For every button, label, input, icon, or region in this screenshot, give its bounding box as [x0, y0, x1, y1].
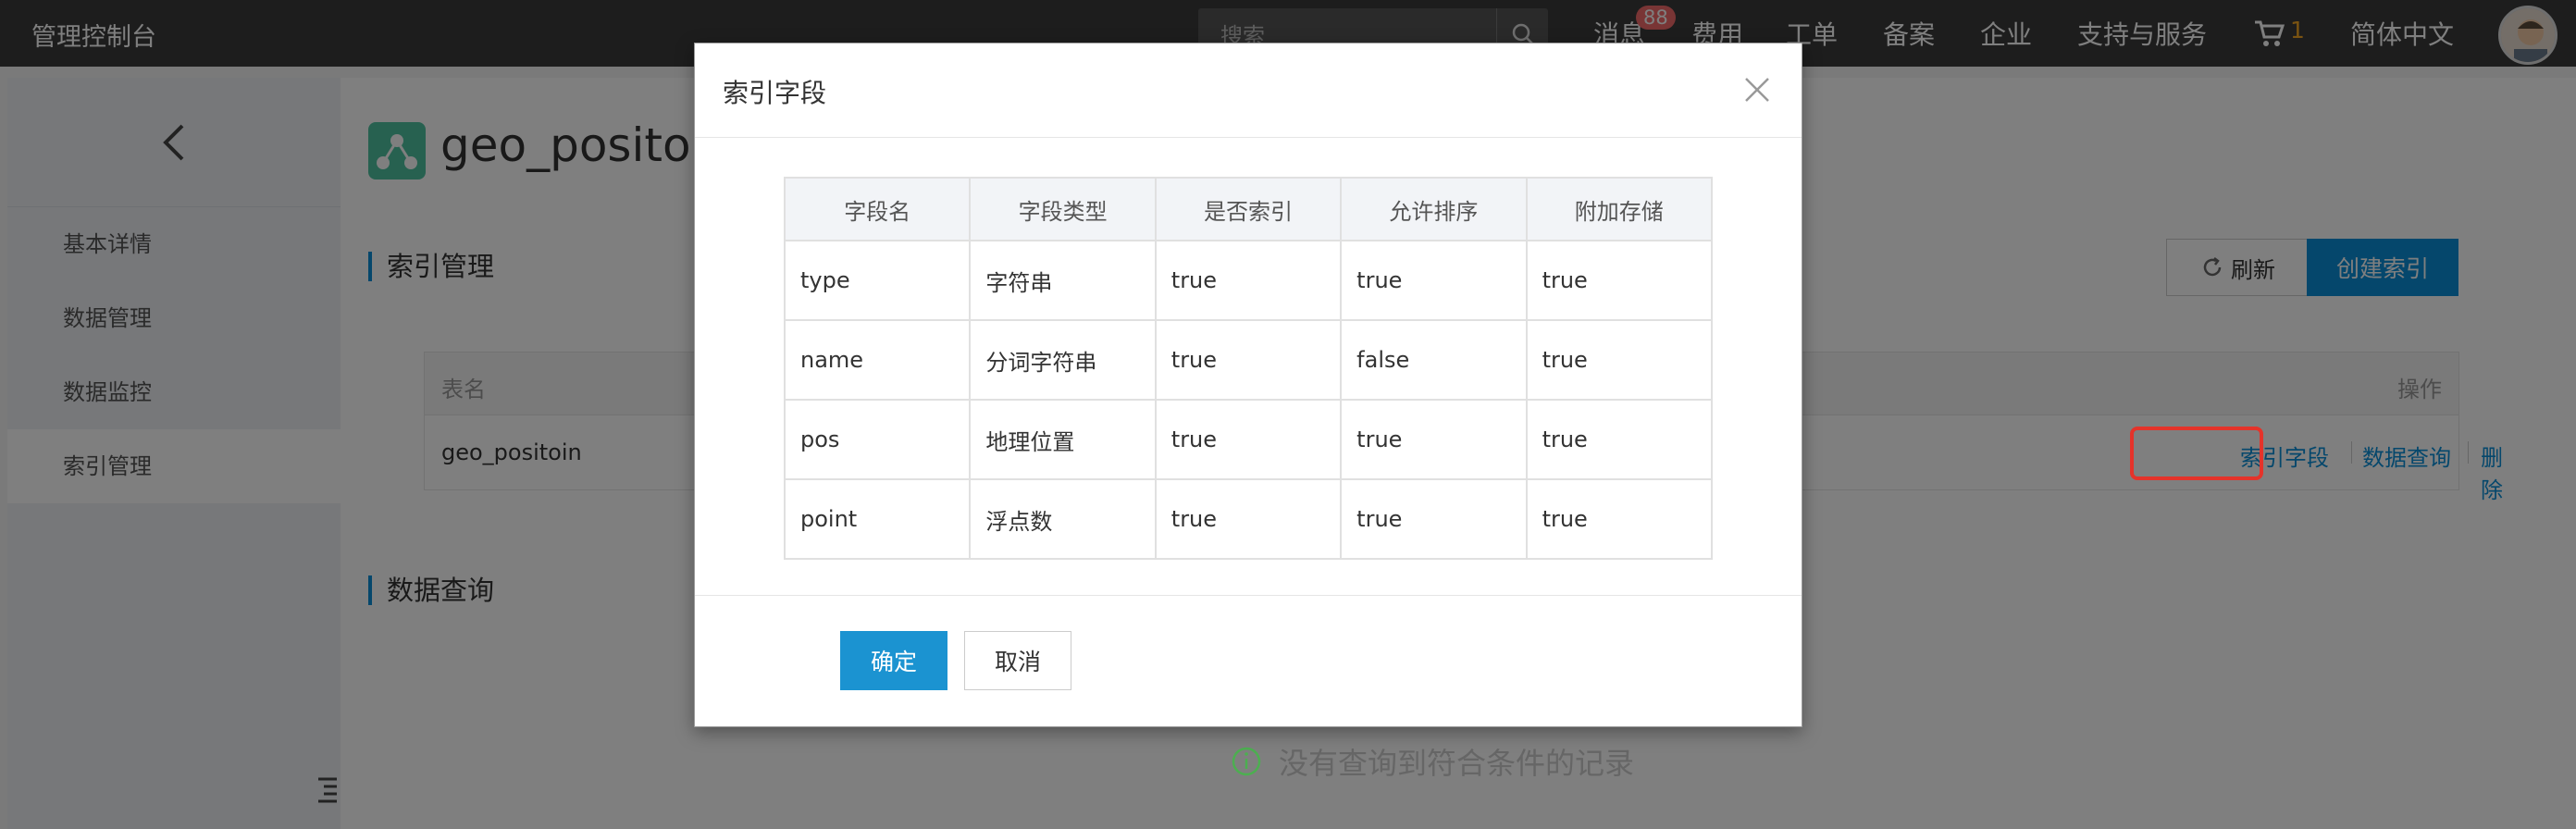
dialog-header: 索引字段 — [695, 43, 1802, 138]
col-extra-storage: 附加存储 — [1525, 177, 1714, 241]
table-row: pos 地理位置 true true true — [783, 399, 1714, 480]
cell-field-type: 字符串 — [969, 240, 1157, 321]
cell-field-type: 地理位置 — [969, 399, 1157, 480]
cell-field-name: type — [783, 240, 972, 321]
cell-extra-storage: true — [1525, 478, 1714, 560]
table-row: name 分词字符串 true false true — [783, 319, 1714, 401]
confirm-button[interactable]: 确定 — [840, 631, 947, 690]
table-row: type 字符串 true true true — [783, 240, 1714, 321]
cell-is-indexed: true — [1154, 478, 1343, 560]
col-field-type: 字段类型 — [969, 177, 1157, 241]
cell-sortable: true — [1340, 478, 1528, 560]
col-field-name: 字段名 — [783, 177, 972, 241]
cell-field-name: name — [783, 319, 972, 401]
cell-extra-storage: true — [1525, 319, 1714, 401]
close-icon[interactable] — [1740, 73, 1774, 106]
cell-extra-storage: true — [1525, 240, 1714, 321]
cell-field-type: 浮点数 — [969, 478, 1157, 560]
cell-field-type: 分词字符串 — [969, 319, 1157, 401]
table-row: point 浮点数 true true true — [783, 478, 1714, 560]
col-is-indexed: 是否索引 — [1154, 177, 1343, 241]
cell-is-indexed: true — [1154, 399, 1343, 480]
highlight-box — [2130, 427, 2263, 480]
cell-is-indexed: true — [1154, 240, 1343, 321]
cell-sortable: true — [1340, 399, 1528, 480]
cell-sortable: false — [1340, 319, 1528, 401]
empty-result: 没有查询到符合条件的记录 — [1231, 740, 1634, 783]
cell-field-name: point — [783, 478, 972, 560]
cell-sortable: true — [1340, 240, 1528, 321]
cell-extra-storage: true — [1525, 399, 1714, 480]
cancel-button[interactable]: 取消 — [964, 631, 1071, 690]
info-icon — [1232, 747, 1261, 776]
col-sortable: 允许排序 — [1340, 177, 1528, 241]
table-header-row: 字段名 字段类型 是否索引 允许排序 附加存储 — [783, 177, 1714, 241]
empty-result-text: 没有查询到符合条件的记录 — [1279, 746, 1635, 781]
cell-is-indexed: true — [1154, 319, 1343, 401]
index-fields-table: 字段名 字段类型 是否索引 允许排序 附加存储 type 字符串 true tr… — [783, 177, 1714, 560]
dialog-title: 索引字段 — [723, 78, 827, 108]
index-fields-dialog: 索引字段 字段名 字段类型 是否索引 允许排序 附加存储 type 字符串 tr… — [694, 43, 1802, 727]
cell-field-name: pos — [783, 399, 972, 480]
